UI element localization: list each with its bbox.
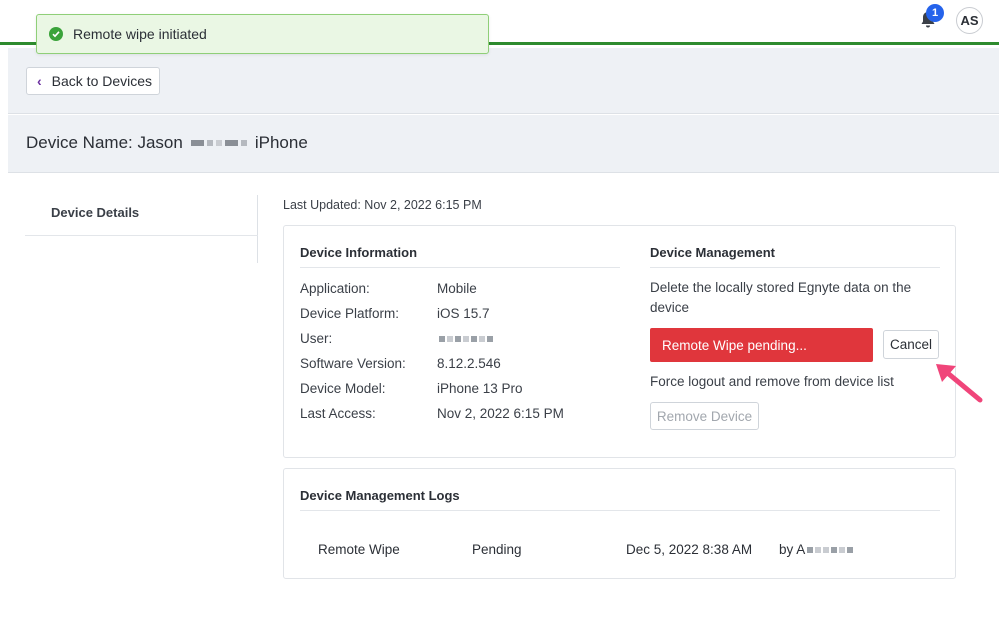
check-circle-icon <box>49 27 63 41</box>
device-management-title: Device Management <box>650 245 775 260</box>
sidebar: Device Details <box>25 195 258 263</box>
application-label: Application: <box>300 281 370 296</box>
arrow-pointer-icon <box>936 364 983 403</box>
last-access-label: Last Access: <box>300 406 376 421</box>
back-button-label: Back to Devices <box>51 73 153 89</box>
redacted-name <box>190 140 247 146</box>
user-label: User: <box>300 331 333 346</box>
remove-description: Force logout and remove from device list <box>650 374 894 389</box>
log-status: Pending <box>472 542 522 557</box>
logs-card <box>283 468 956 579</box>
software-version-label: Software Version: <box>300 356 406 371</box>
wipe-description: Delete the locally stored Egnyte data on… <box>650 280 912 315</box>
device-platform-label: Device Platform: <box>300 306 400 321</box>
device-platform-value: iOS 15.7 <box>437 306 490 321</box>
device-title-suffix: iPhone <box>254 133 308 152</box>
avatar[interactable]: AS <box>956 7 983 34</box>
log-date: Dec 5, 2022 8:38 AM <box>626 542 753 557</box>
section-divider <box>650 267 940 268</box>
log-by: by A <box>779 542 854 557</box>
chevron-left-icon: ‹ <box>37 73 42 89</box>
success-toast: Remote wipe initiated <box>36 14 489 54</box>
user-value-redacted <box>437 331 493 346</box>
last-updated-text: Last Updated: Nov 2, 2022 6:15 PM <box>283 198 482 212</box>
log-action: Remote Wipe <box>318 542 400 557</box>
back-to-devices-button[interactable]: ‹ Back to Devices <box>26 67 160 95</box>
software-version-value: 8.12.2.546 <box>437 356 501 371</box>
page-title: Device Name: Jason iPhone <box>26 133 308 153</box>
toast-message: Remote wipe initiated <box>73 26 207 42</box>
logs-title: Device Management Logs <box>300 488 460 503</box>
remote-wipe-pending-button[interactable]: Remote Wipe pending... <box>650 328 873 362</box>
section-divider <box>300 510 940 511</box>
sidebar-item-device-details[interactable]: Device Details <box>51 205 139 220</box>
notification-badge: 1 <box>926 4 944 22</box>
device-information-title: Device Information <box>300 245 418 260</box>
device-title-prefix: Device Name: Jason <box>26 133 183 152</box>
cancel-button[interactable]: Cancel <box>883 330 939 359</box>
remove-device-button[interactable]: Remove Device <box>650 402 759 430</box>
sidebar-divider <box>25 235 258 236</box>
application-value: Mobile <box>437 281 477 296</box>
section-divider <box>300 267 620 268</box>
device-model-label: Device Model: <box>300 381 386 396</box>
last-access-value: Nov 2, 2022 6:15 PM <box>437 406 564 421</box>
redacted-user <box>807 547 854 554</box>
device-model-value: iPhone 13 Pro <box>437 381 523 396</box>
log-by-text: by A <box>779 542 806 557</box>
